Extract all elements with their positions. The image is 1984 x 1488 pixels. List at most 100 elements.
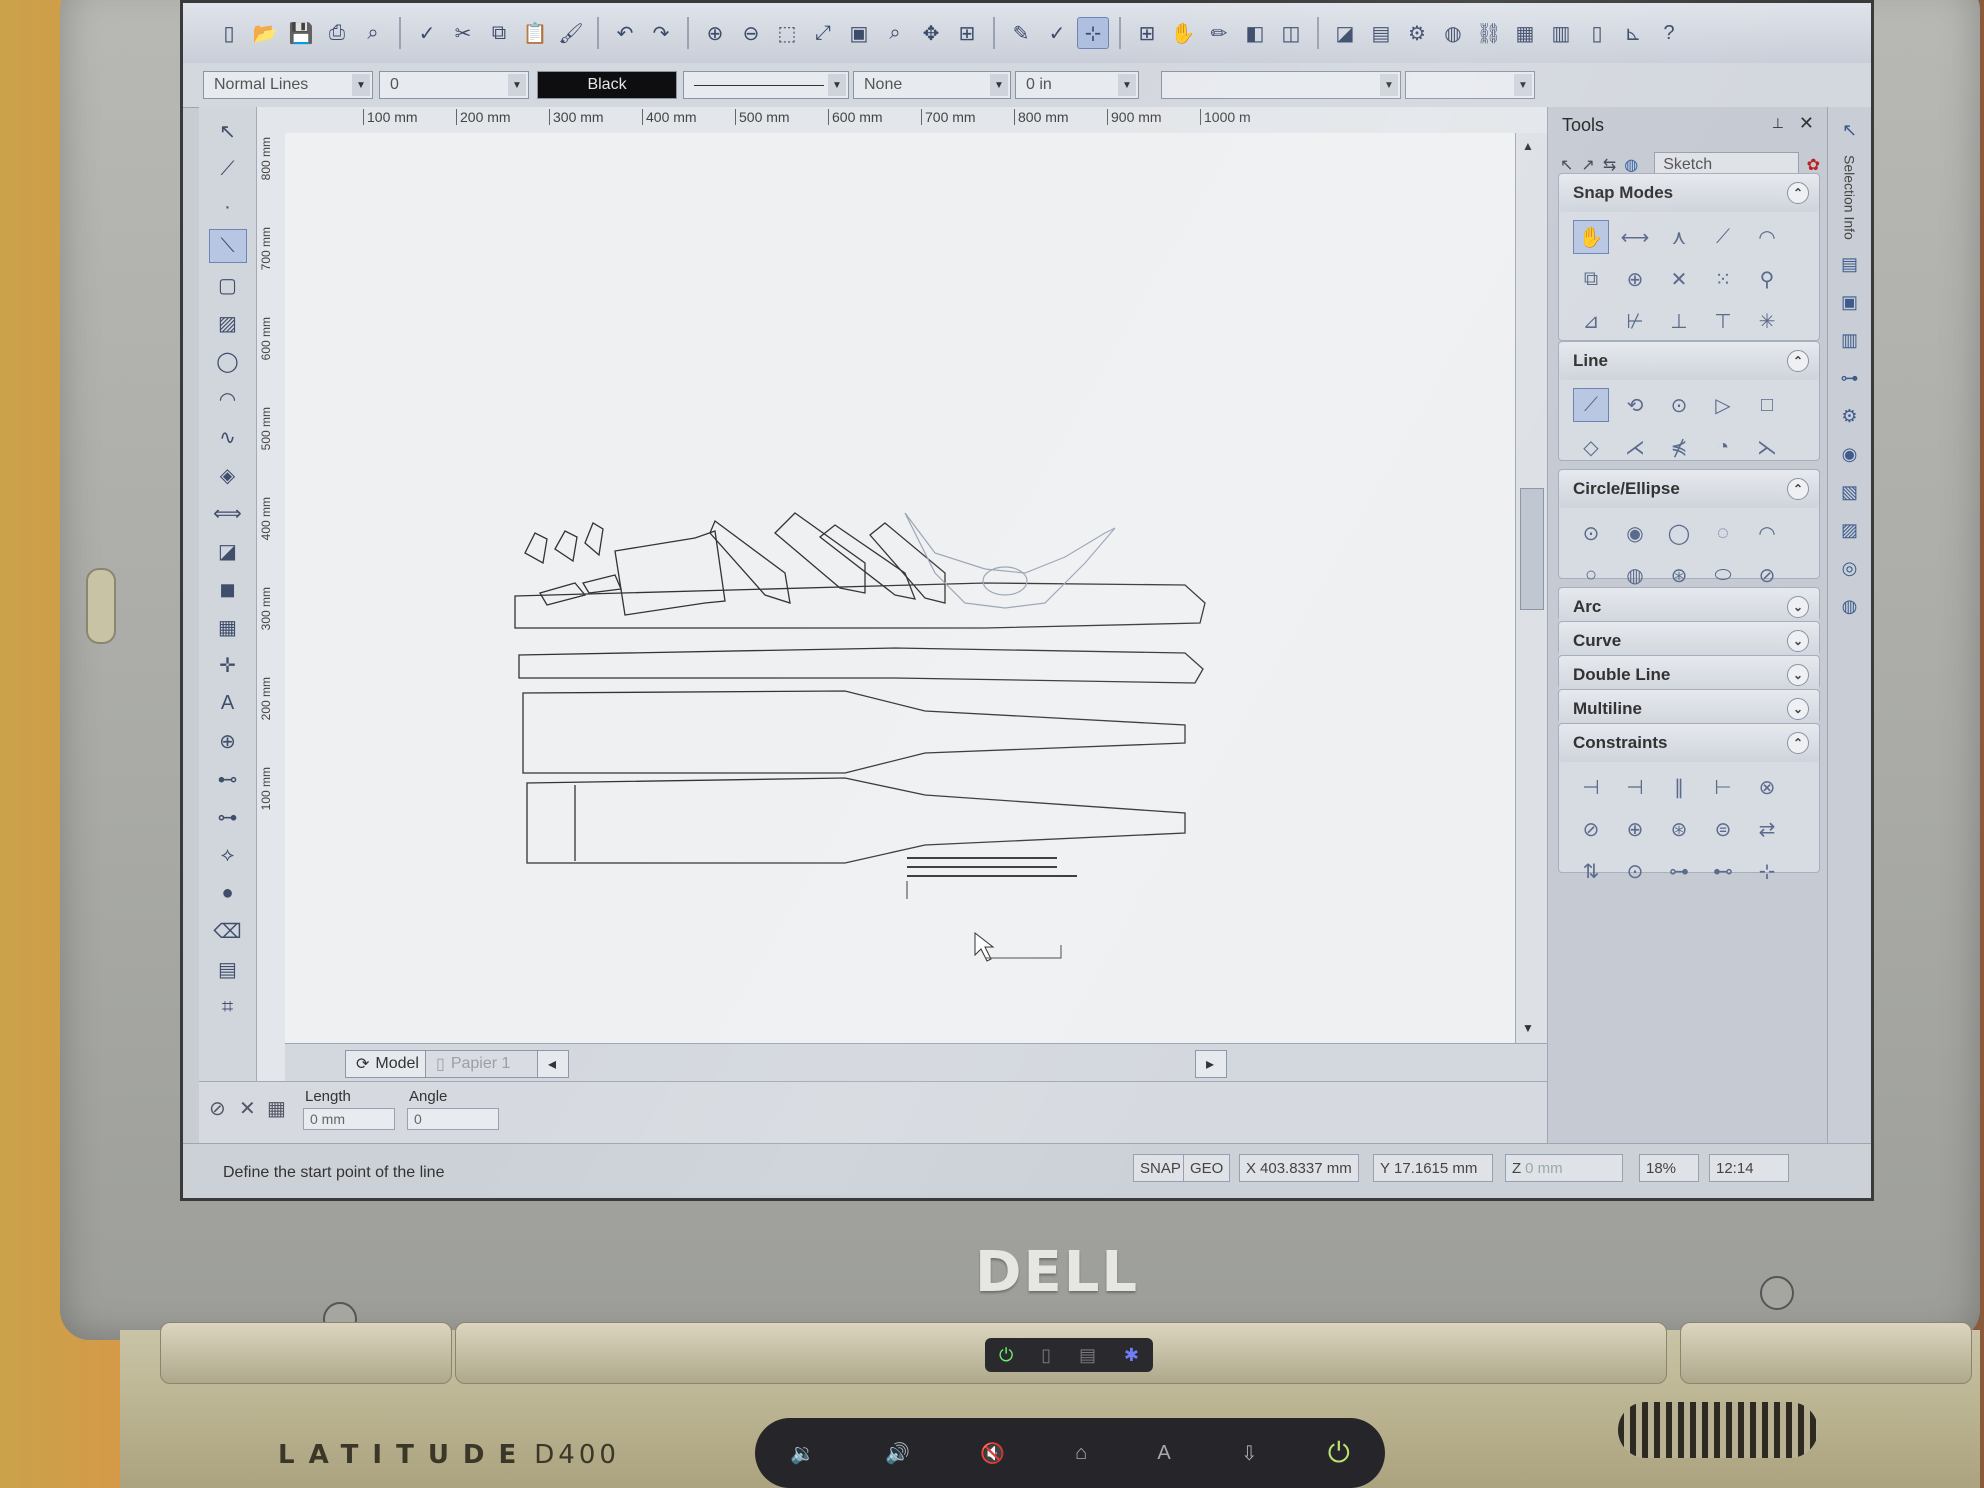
camera-tab-icon[interactable]: ◎: [1837, 556, 1863, 582]
chevron-down-icon[interactable]: ▼: [990, 74, 1008, 96]
spellcheck-icon[interactable]: ✓: [411, 17, 443, 49]
pen-icon[interactable]: ✎: [1005, 17, 1037, 49]
node-icon[interactable]: ⊶: [210, 801, 246, 833]
layers-icon[interactable]: ▤: [1365, 17, 1397, 49]
ucs-icon[interactable]: ⊾: [1617, 17, 1649, 49]
curve-icon[interactable]: ∿: [210, 421, 246, 453]
paste-icon[interactable]: 📋: [519, 17, 551, 49]
cube-icon[interactable]: ◪: [1329, 17, 1361, 49]
print-icon[interactable]: ⎙: [321, 17, 353, 49]
selection-icon[interactable]: ↖: [1837, 117, 1863, 143]
chevron-up-icon[interactable]: ⌃: [1787, 478, 1809, 500]
scroll-down-icon[interactable]: ▼: [1522, 1021, 1534, 1035]
tool-icon[interactable]: ◯: [1661, 516, 1697, 550]
tool-icon[interactable]: ⟋: [1705, 220, 1741, 254]
tool-icon[interactable]: ⊶: [1661, 854, 1697, 888]
chevron-up-icon[interactable]: ⌃: [1787, 732, 1809, 754]
properties-tab-icon[interactable]: ▣: [1837, 290, 1863, 316]
tool-icon[interactable]: ⊣: [1617, 770, 1653, 804]
chevron-down-icon[interactable]: ▼: [1118, 74, 1136, 96]
sphere-icon[interactable]: ●: [210, 877, 246, 909]
zoom-page-icon[interactable]: ▣: [843, 17, 875, 49]
globe-icon[interactable]: ◍: [1437, 17, 1469, 49]
attribute-icon[interactable]: ⇆: [1603, 155, 1616, 175]
text-icon[interactable]: A: [210, 687, 246, 719]
tool-icon[interactable]: ◠: [1749, 516, 1785, 550]
geo-toggle[interactable]: GEO: [1183, 1154, 1231, 1182]
chevron-down-icon[interactable]: ▼: [352, 74, 370, 96]
chevron-down-icon[interactable]: ▼: [508, 74, 526, 96]
tool-icon[interactable]: ⊙: [1661, 388, 1697, 422]
format-painter-icon[interactable]: 🖌: [555, 17, 587, 49]
tool-icon[interactable]: ⋋: [1749, 430, 1785, 464]
layer-icon[interactable]: ▤: [210, 953, 246, 985]
help-icon[interactable]: ?: [1653, 17, 1685, 49]
tool-icon[interactable]: ⊘: [1573, 812, 1609, 846]
selection-info-tab[interactable]: Selection Info: [1842, 155, 1858, 240]
tool-icon[interactable]: ◉: [1617, 516, 1653, 550]
arc-icon[interactable]: ◠: [210, 383, 246, 415]
chevron-down-icon[interactable]: ⌄: [1787, 596, 1809, 618]
offset-combo[interactable]: 0 in ▼: [1015, 71, 1139, 99]
rectangle-icon[interactable]: ▢: [210, 269, 246, 301]
section-header[interactable]: Circle/Ellipse ⌃: [1559, 470, 1819, 508]
palette-icon[interactable]: ✿: [1807, 155, 1820, 175]
zoom-window-icon[interactable]: ⬚: [771, 17, 803, 49]
table-icon[interactable]: ▦: [1509, 17, 1541, 49]
copy-icon[interactable]: ⧉: [483, 17, 515, 49]
hscroll-right-icon[interactable]: ▸: [1195, 1050, 1227, 1078]
new-icon[interactable]: ▯: [213, 17, 245, 49]
tool-icon[interactable]: ▷: [1705, 388, 1741, 422]
fit-icon[interactable]: ⊞: [951, 17, 983, 49]
empty-combo-2[interactable]: ▼: [1405, 71, 1535, 99]
link-icon[interactable]: ⛓: [1473, 17, 1505, 49]
point-icon[interactable]: ·: [210, 191, 246, 223]
chevron-down-icon[interactable]: ▼: [1380, 74, 1398, 96]
tool-icon[interactable]: ⊣: [1573, 770, 1609, 804]
tab-paper[interactable]: ▯ Papier 1: [425, 1050, 547, 1078]
snap-icon[interactable]: ⊹: [1077, 17, 1109, 49]
tool-icon[interactable]: ◔: [1705, 430, 1741, 464]
line-width-combo[interactable]: 0 ▼: [379, 71, 529, 99]
zoom-out-icon[interactable]: ⊖: [735, 17, 767, 49]
smart-select-icon[interactable]: ↗: [1581, 155, 1594, 175]
page-icon[interactable]: ▯: [1581, 17, 1613, 49]
section-header[interactable]: Snap Modes ⌃: [1559, 174, 1819, 212]
shade-icon[interactable]: ◈: [210, 459, 246, 491]
angle-field[interactable]: 0: [407, 1108, 499, 1130]
tool-icon[interactable]: ⊬: [1617, 304, 1653, 338]
connector-tab-icon[interactable]: ⊶: [1837, 366, 1863, 392]
chevron-up-icon[interactable]: ⌃: [1787, 182, 1809, 204]
hand-icon[interactable]: ✋: [1167, 17, 1199, 49]
section-header[interactable]: Constraints ⌃: [1559, 724, 1819, 762]
undo-icon[interactable]: ↶: [609, 17, 641, 49]
power-button-icon[interactable]: ⏻: [1328, 1437, 1350, 1470]
tool-icon[interactable]: ∥: [1661, 770, 1697, 804]
globe-icon[interactable]: ◍: [1624, 155, 1638, 175]
cube-icon[interactable]: ◪: [210, 535, 246, 567]
tool-icon[interactable]: ⟋: [1573, 388, 1609, 422]
redo-icon[interactable]: ↷: [645, 17, 677, 49]
vertical-scrollbar[interactable]: ▲ ▼: [1515, 133, 1548, 1043]
gear-icon[interactable]: ⚙: [1837, 404, 1863, 430]
mute-icon[interactable]: 🔇: [980, 1441, 1005, 1466]
explorer-icon[interactable]: ⚙: [1401, 17, 1433, 49]
drawing-canvas[interactable]: [285, 133, 1515, 1043]
layers-tab-icon[interactable]: ▤: [1837, 252, 1863, 278]
measure-icon[interactable]: ⊷: [210, 763, 246, 795]
chevron-down-icon[interactable]: ⌄: [1787, 698, 1809, 720]
globe-icon[interactable]: ◍: [1837, 594, 1863, 620]
tool-icon[interactable]: ⋠: [1661, 430, 1697, 464]
color-combo[interactable]: Black: [537, 71, 677, 99]
empty-combo-1[interactable]: ▼: [1161, 71, 1401, 99]
scroll-thumb[interactable]: [1520, 488, 1544, 610]
tool-icon[interactable]: ⊗: [1749, 770, 1785, 804]
chevron-down-icon[interactable]: ⌄: [1787, 664, 1809, 686]
polyline-icon[interactable]: ⟍: [208, 229, 247, 263]
tool-icon[interactable]: □: [1749, 388, 1785, 422]
pan-icon[interactable]: ✥: [915, 17, 947, 49]
tool-icon[interactable]: ⊹: [1749, 854, 1785, 888]
select-icon[interactable]: ↖: [1560, 155, 1573, 175]
image-tab-icon[interactable]: ▧: [1837, 480, 1863, 506]
section-header[interactable]: Line ⌃: [1559, 342, 1819, 380]
